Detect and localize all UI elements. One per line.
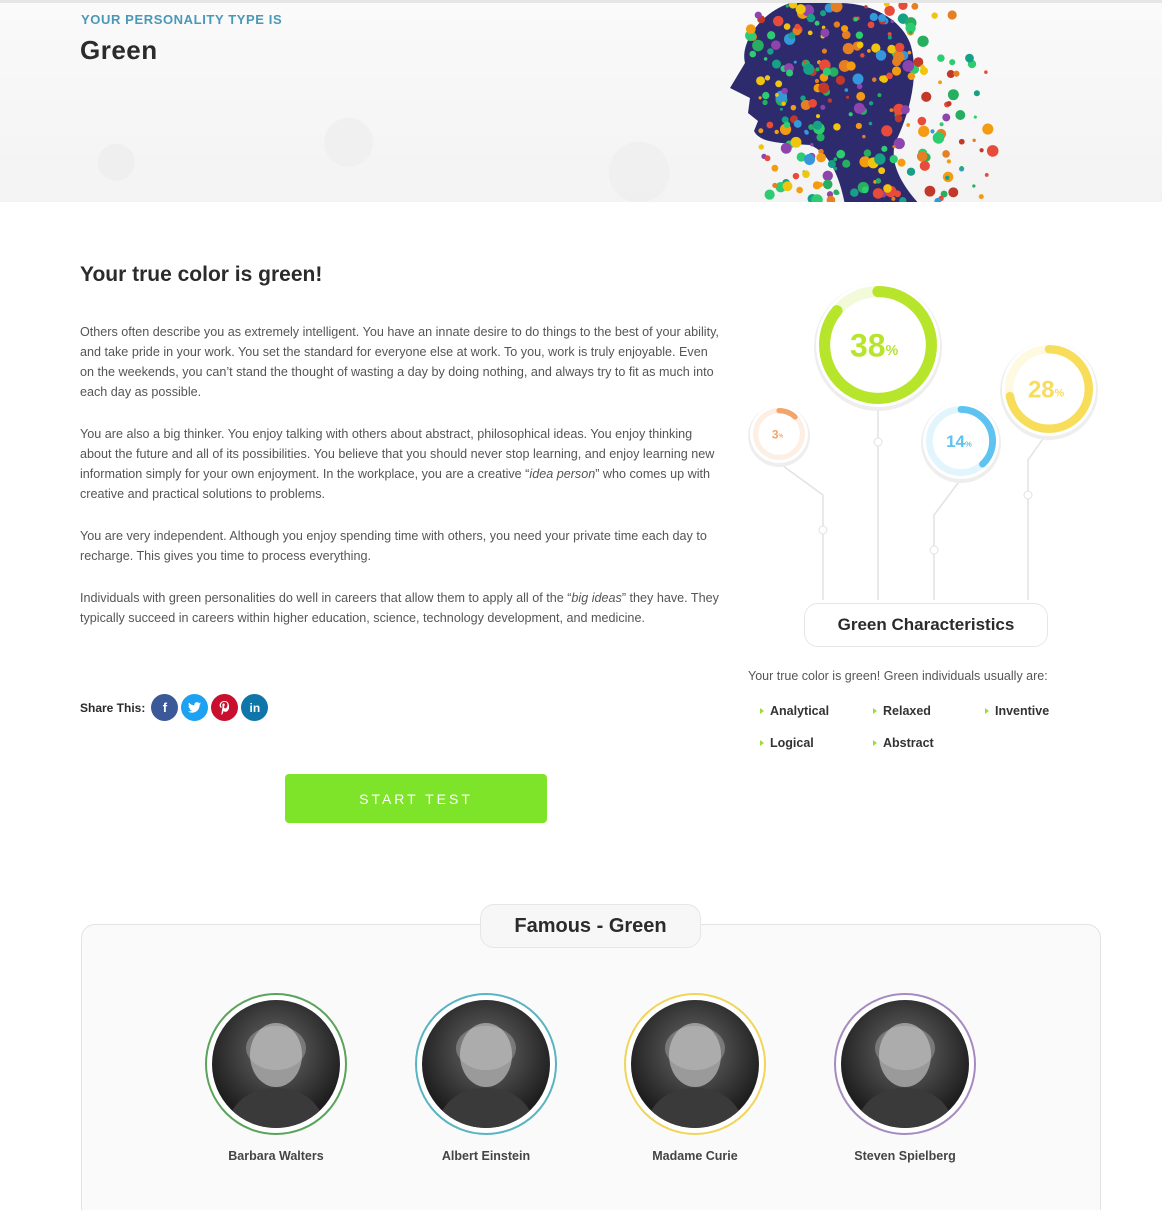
famous-title: Famous - Green [480,904,701,948]
trait-label: Relaxed [883,704,931,718]
connector-node [818,525,828,535]
article-paragraph-2: You are also a big thinker. You enjoy ta… [80,427,715,501]
portrait-photo [205,993,347,1135]
twitter-icon [188,702,202,713]
article-body: Others often describe you as extremely i… [80,322,720,650]
trait-item: Inventive [985,700,1100,722]
trait-item: Analytical [760,700,873,722]
bubble-connector-line [933,478,962,600]
connector-node [1023,490,1033,500]
linkedin-icon: in [249,700,261,715]
percent-bubble: 3% [748,405,810,467]
pinterest-share-button[interactable] [211,694,239,721]
trait-label: Analytical [770,704,830,718]
portrait-photo [624,993,766,1135]
article-paragraph-3: You are very independent. Although you e… [80,529,707,563]
characteristics-bubble-chart: 38% 28% 14% 3% [740,270,1120,600]
start-test-button[interactable]: START TEST [285,774,547,823]
bubble-chart-svg: 38% 28%14% 3% [748,283,1098,600]
hero-title: Green [80,35,158,65]
bubble-connector-line [778,462,824,600]
trait-item: Abstract [873,732,985,754]
portrait-photo [834,993,976,1135]
famous-person-name: Barbara Walters [228,1149,324,1163]
hero-banner: YOUR PERSONALITY TYPE IS Green [0,0,1162,202]
connector-node [929,545,939,555]
bullet-triangle-icon [760,740,764,746]
trait-item: Relaxed [873,700,985,722]
percent-bubble: 28% [1000,342,1098,440]
twitter-share-button[interactable] [181,694,209,721]
famous-person-name: Albert Einstein [441,1149,531,1163]
bullet-triangle-icon [873,708,877,714]
hero-kicker: YOUR PERSONALITY TYPE IS [81,12,283,27]
famous-person-name: Madame Curie [652,1149,738,1163]
bullet-triangle-icon [985,708,989,714]
share-label: Share This: [80,700,146,715]
traits-list: Analytical Relaxed Inventive Logical Abstrac… [760,700,1100,754]
percent-bubble: 14% [921,403,1001,483]
famous-person-card[interactable]: Madame Curie [615,993,775,1163]
trait-label: Logical [770,736,814,750]
famous-person-card[interactable]: Barbara Walters [196,993,356,1163]
article-heading: Your true color is green! [80,263,323,286]
trait-label: Abstract [883,736,934,750]
famous-person-card[interactable]: Albert Einstein [406,993,566,1163]
facebook-share-button[interactable]: f [151,694,179,721]
head-silhouette-dots-illustration [730,3,999,202]
characteristics-intro: Your true color is green! Green individu… [748,669,1048,683]
article-paragraph-4: Individuals with green personalities do … [80,591,719,625]
facebook-icon: f [162,700,168,715]
percent-bubble: 38% [814,283,942,411]
bullet-triangle-icon [760,708,764,714]
trait-label: Inventive [995,704,1050,718]
portrait-photo [415,993,557,1135]
share-bar: Share This: f in [80,694,271,721]
pinterest-icon [220,700,230,715]
trait-item: Logical [760,732,873,754]
bullet-triangle-icon [873,740,877,746]
linkedin-share-button[interactable]: in [241,694,269,721]
bubble-connector-line [1027,435,1046,600]
famous-person-card[interactable]: Steven Spielberg [825,993,985,1163]
article-paragraph-1: Others often describe you as extremely i… [80,325,719,399]
characteristics-title: Green Characteristics [804,603,1048,647]
famous-person-name: Steven Spielberg [854,1149,956,1163]
connector-node [873,437,883,447]
